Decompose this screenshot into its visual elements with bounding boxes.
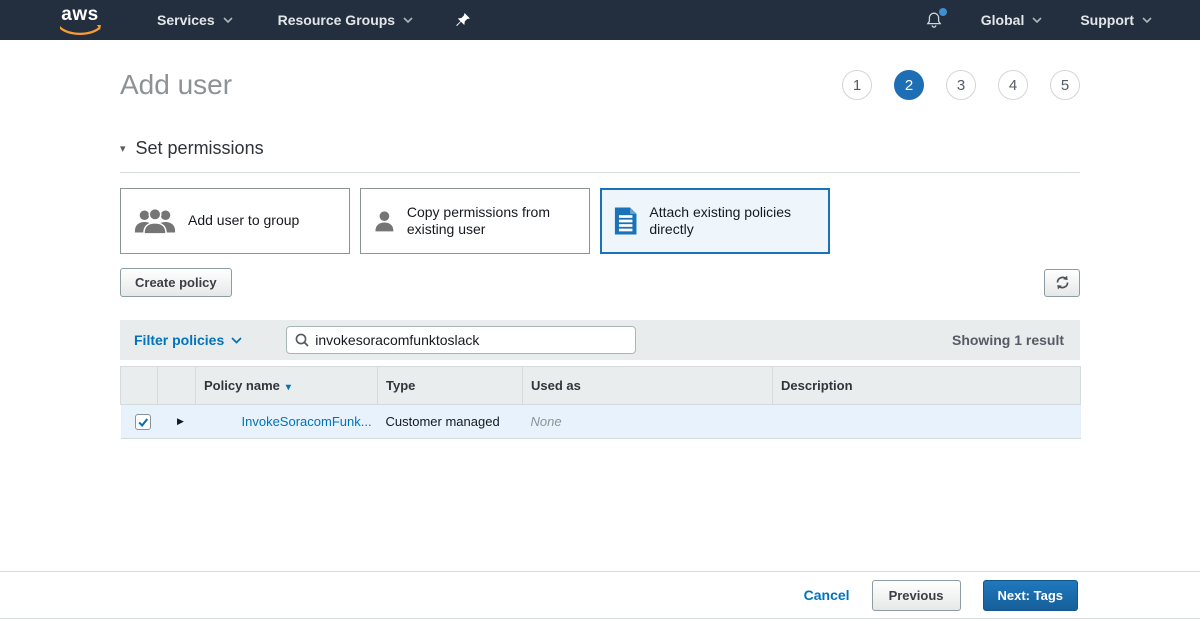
card-label: Add user to group [188, 212, 307, 230]
card-add-user-to-group[interactable]: Add user to group [120, 188, 350, 254]
table-row: ▶ InvokeSoracomFunk... Customer managed … [121, 405, 1081, 439]
chevron-down-icon [1032, 17, 1042, 23]
chevron-down-icon [403, 17, 413, 23]
document-icon [614, 205, 637, 237]
wizard-footer: Cancel Previous Next: Tags [0, 571, 1200, 619]
header-used-as[interactable]: Used as [523, 367, 773, 405]
row-type-cell: Customer managed [378, 405, 523, 439]
policy-name-link[interactable]: InvokeSoracomFunk... [204, 414, 372, 429]
cancel-button[interactable]: Cancel [804, 587, 850, 603]
card-label: Attach existing policies directly [649, 204, 828, 239]
notifications-bell-icon[interactable] [925, 11, 943, 29]
collapse-caret-icon: ▾ [120, 142, 126, 155]
filter-bar: Filter policies Showing 1 result [120, 320, 1080, 360]
row-checkbox[interactable] [135, 414, 151, 430]
row-policy-name-cell: InvokeSoracomFunk... [196, 405, 378, 439]
sort-descending-icon: ▾ [286, 382, 291, 393]
pushpin-icon[interactable] [455, 12, 471, 28]
nav-support-label: Support [1080, 12, 1134, 28]
step-5[interactable]: 5 [1050, 70, 1080, 100]
nav-resource-groups-label: Resource Groups [278, 12, 395, 28]
card-attach-existing-policies[interactable]: Attach existing policies directly [600, 188, 830, 254]
nav-global-label: Global [981, 12, 1025, 28]
card-copy-permissions[interactable]: Copy permissions from existing user [360, 188, 590, 254]
expand-row-icon[interactable]: ▶ [166, 416, 196, 427]
aws-logo-text: aws [58, 5, 102, 25]
search-icon [295, 333, 309, 347]
main-content: Add user 1 2 3 4 5 ▾ Set permissions Add… [120, 62, 1080, 439]
chevron-down-icon [223, 17, 233, 23]
permission-option-cards: Add user to group Copy permissions from … [120, 188, 1080, 254]
row-expand-cell: ▶ [158, 405, 196, 439]
nav-right-group: Global Support [925, 11, 1152, 29]
policies-table: Policy name ▾ Type Used as Description ▶ … [120, 366, 1081, 439]
header-policy-name[interactable]: Policy name ▾ [196, 367, 378, 405]
step-3[interactable]: 3 [946, 70, 976, 100]
user-icon [374, 206, 395, 236]
check-icon [137, 416, 149, 428]
filter-policies-dropdown[interactable]: Filter policies [134, 332, 242, 348]
refresh-icon [1055, 275, 1070, 290]
create-policy-button[interactable]: Create policy [120, 268, 232, 297]
aws-logo[interactable]: aws [58, 5, 102, 35]
policy-search-input[interactable] [315, 332, 627, 348]
nav-services[interactable]: Services [157, 12, 233, 28]
results-count: Showing 1 result [952, 332, 1064, 348]
refresh-button[interactable] [1044, 269, 1080, 297]
nav-resource-groups[interactable]: Resource Groups [278, 12, 413, 28]
page-title: Add user [120, 69, 232, 101]
card-label: Copy permissions from existing user [407, 204, 589, 239]
row-used-as-cell: None [523, 405, 773, 439]
set-permissions-label: Set permissions [136, 138, 264, 159]
set-permissions-heading[interactable]: ▾ Set permissions [120, 138, 1080, 173]
step-1[interactable]: 1 [842, 70, 872, 100]
step-2-active[interactable]: 2 [894, 70, 924, 100]
nav-services-label: Services [157, 12, 215, 28]
filter-policies-label: Filter policies [134, 332, 224, 348]
header-checkbox-column [121, 367, 158, 405]
row-checkbox-cell [121, 405, 158, 439]
chevron-down-icon [1142, 17, 1152, 23]
chevron-down-icon [231, 337, 242, 344]
table-header-row: Policy name ▾ Type Used as Description [121, 367, 1081, 405]
header-type[interactable]: Type [378, 367, 523, 405]
nav-region-global[interactable]: Global [981, 12, 1043, 28]
group-icon [134, 206, 176, 236]
step-4[interactable]: 4 [998, 70, 1028, 100]
notification-dot [939, 8, 947, 16]
used-as-value: None [531, 414, 562, 429]
nav-support[interactable]: Support [1080, 12, 1152, 28]
aws-smile-icon [59, 24, 101, 36]
next-tags-button[interactable]: Next: Tags [983, 580, 1079, 611]
title-row: Add user 1 2 3 4 5 [120, 62, 1080, 108]
header-description[interactable]: Description [773, 367, 1081, 405]
policy-search-box [286, 326, 636, 354]
wizard-steps: 1 2 3 4 5 [842, 70, 1080, 100]
top-nav-bar: aws Services Resource Groups Global Supp… [0, 0, 1200, 40]
previous-button[interactable]: Previous [872, 580, 961, 611]
row-description-cell [773, 405, 1081, 439]
policy-name-header-label: Policy name [204, 378, 280, 393]
header-expand-column [158, 367, 196, 405]
policy-toolbar: Create policy [120, 268, 1080, 297]
